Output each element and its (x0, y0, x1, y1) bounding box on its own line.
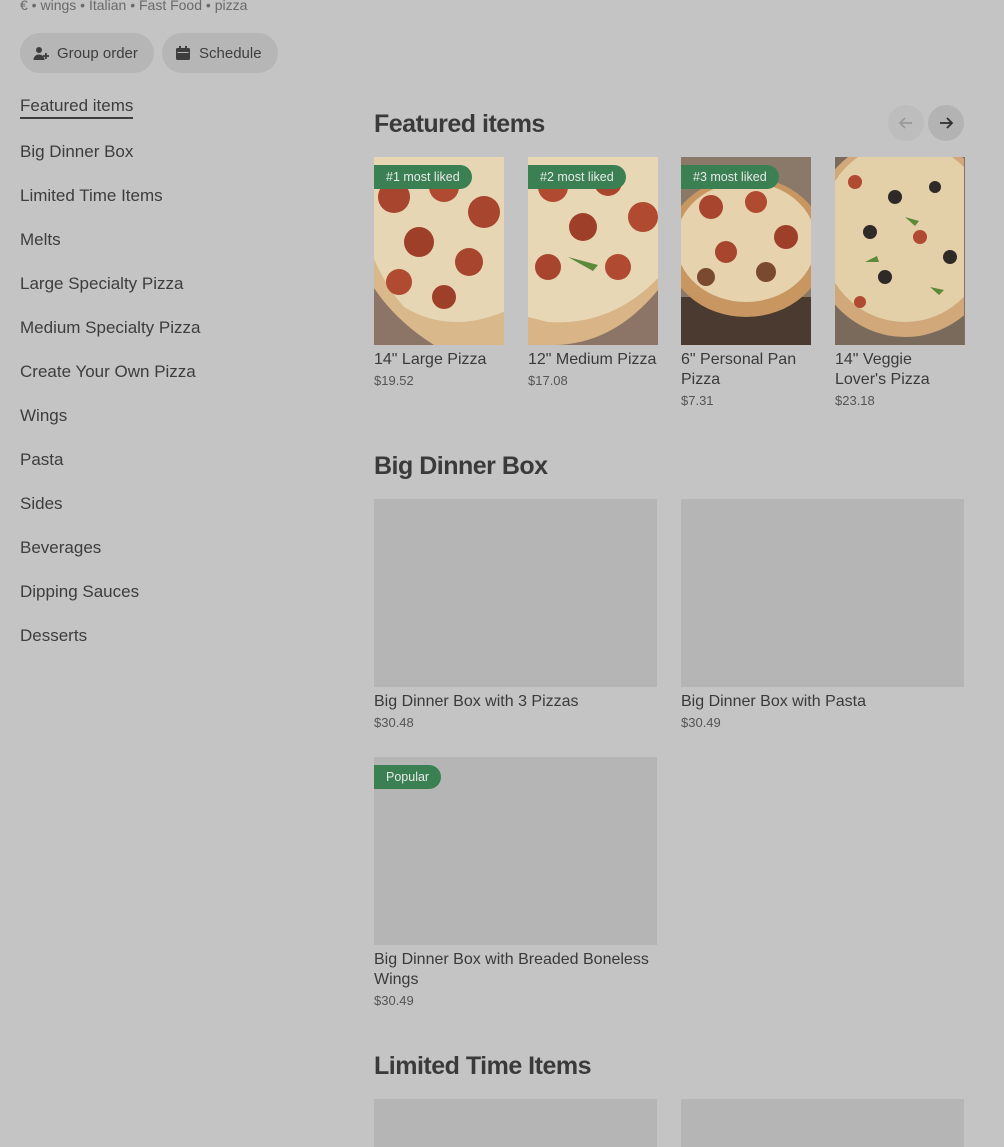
sidebar-item-featured[interactable]: Featured items (20, 96, 134, 119)
sidebar-item-create-own[interactable]: Create Your Own Pizza (20, 362, 196, 382)
menu-item-card[interactable]: Big Dinner Box with Pasta $30.49 (681, 499, 964, 730)
item-price: $7.31 (681, 393, 714, 408)
sidebar-item-big-dinner-box[interactable]: Big Dinner Box (20, 142, 133, 162)
group-order-label: Group order (57, 44, 138, 62)
schedule-button[interactable]: Schedule (162, 33, 278, 73)
item-image-placeholder[interactable] (681, 1099, 964, 1147)
pizza-image (835, 157, 965, 345)
section-title-featured: Featured items (374, 110, 545, 138)
sidebar-item-melts[interactable]: Melts (20, 230, 61, 250)
pizza-image: #2 most liked (528, 157, 658, 345)
section-title-limited-time: Limited Time Items (374, 1052, 592, 1080)
item-price: $23.18 (835, 393, 875, 408)
item-price: $17.08 (528, 373, 568, 388)
sidebar-item-pasta[interactable]: Pasta (20, 450, 63, 470)
item-image-placeholder (374, 499, 657, 687)
popular-badge: Popular (374, 765, 442, 789)
group-order-button[interactable]: Group order (20, 33, 154, 73)
item-price: $30.49 (681, 715, 721, 730)
featured-card[interactable]: #3 most liked 6" Personal Pan Pizza $7.3… (681, 157, 811, 408)
item-name: Big Dinner Box with Pasta (681, 693, 866, 710)
pizza-image: #3 most liked (681, 157, 811, 345)
item-image-placeholder: Popular (374, 757, 657, 945)
item-image-placeholder (681, 499, 964, 687)
item-name: Big Dinner Box with Breaded Boneless Win… (374, 951, 649, 988)
item-image-placeholder[interactable] (374, 1099, 657, 1147)
item-price: $30.48 (374, 715, 414, 730)
item-name: 14" Veggie Lover's Pizza (835, 351, 930, 388)
arrow-left-icon (898, 117, 912, 129)
sidebar-item-limited-time[interactable]: Limited Time Items (20, 186, 163, 206)
pizza-image: #1 most liked (374, 157, 504, 345)
sidebar-item-desserts[interactable]: Desserts (20, 626, 87, 646)
section-title-big-dinner-box: Big Dinner Box (374, 452, 548, 480)
sidebar-item-sides[interactable]: Sides (20, 494, 63, 514)
schedule-label: Schedule (199, 44, 262, 62)
restaurant-tags: € • wings • Italian • Fast Food • pizza (20, 0, 248, 13)
featured-card[interactable]: 14" Veggie Lover's Pizza $23.18 (835, 157, 965, 408)
sidebar-item-wings[interactable]: Wings (20, 406, 67, 426)
item-price: $19.52 (374, 373, 414, 388)
item-name: 12" Medium Pizza (528, 351, 657, 368)
sidebar-item-large-specialty[interactable]: Large Specialty Pizza (20, 274, 183, 294)
rank-badge: #3 most liked (681, 165, 779, 189)
featured-card[interactable]: #2 most liked 12" Medium Pizza $17.08 (528, 157, 658, 388)
menu-item-card[interactable]: Big Dinner Box with 3 Pizzas $30.48 (374, 499, 657, 730)
item-name: 6" Personal Pan Pizza (681, 351, 797, 388)
add-person-icon (33, 45, 49, 61)
menu-item-card[interactable]: Popular Big Dinner Box with Breaded Bone… (374, 757, 657, 1008)
sidebar-item-medium-specialty[interactable]: Medium Specialty Pizza (20, 318, 200, 338)
item-name: 14" Large Pizza (374, 351, 487, 368)
rank-badge: #2 most liked (528, 165, 626, 189)
arrow-right-icon (940, 117, 954, 129)
rank-badge: #1 most liked (374, 165, 472, 189)
sidebar-item-beverages[interactable]: Beverages (20, 538, 101, 558)
carousel-next-button[interactable] (928, 105, 964, 141)
item-name: Big Dinner Box with 3 Pizzas (374, 693, 579, 710)
item-price: $30.49 (374, 993, 414, 1008)
carousel-prev-button[interactable] (888, 105, 924, 141)
sidebar-item-dipping-sauces[interactable]: Dipping Sauces (20, 582, 139, 602)
featured-card[interactable]: #1 most liked 14" Large Pizza $19.52 (374, 157, 504, 388)
calendar-icon (175, 45, 191, 61)
